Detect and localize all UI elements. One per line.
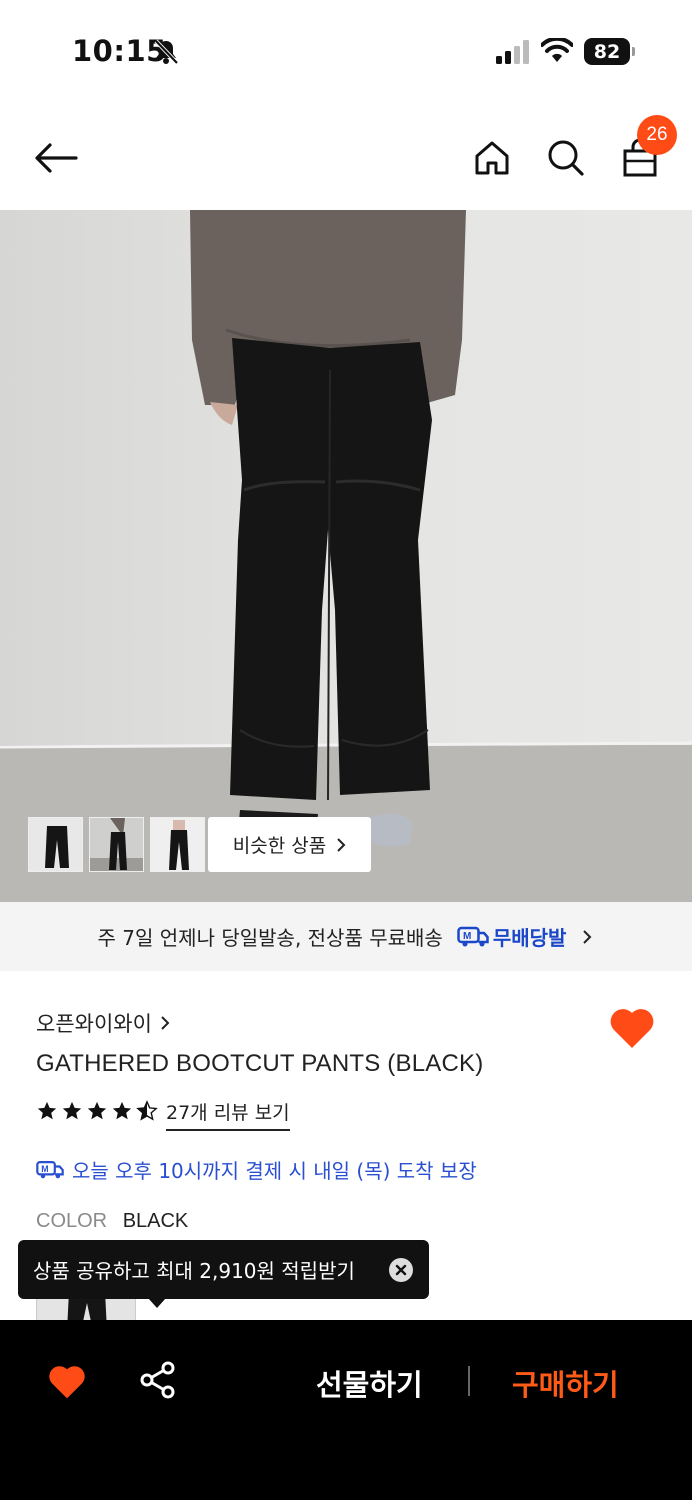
search-button[interactable]: [542, 134, 590, 182]
shipping-banner[interactable]: 주 7일 언제나 당일발송, 전상품 무료배송 M 무배당발: [0, 902, 692, 971]
product-image[interactable]: [0, 210, 692, 902]
battery-icon: 82: [584, 38, 636, 65]
back-button[interactable]: [32, 134, 80, 182]
buy-button[interactable]: 구매하기: [512, 1362, 619, 1404]
arrival-text: 오늘 오후 10시까지 결제 시 내일 (목) 도착 보장: [72, 1159, 477, 1183]
home-icon: [475, 141, 509, 175]
free-shipping-brand: M 무배당발: [457, 922, 567, 951]
review-link[interactable]: 27개 리뷰 보기: [166, 1098, 290, 1131]
share-icon[interactable]: [138, 1360, 178, 1400]
bell-slash-icon: [154, 39, 179, 65]
store-link[interactable]: 오픈와이와이: [36, 1008, 170, 1038]
thumbnail-strip: [28, 817, 205, 872]
store-name: 오픈와이와이: [36, 1012, 152, 1036]
home-button[interactable]: [468, 134, 516, 182]
heart-icon[interactable]: [46, 1362, 88, 1400]
cart-count-badge: 26: [637, 115, 677, 155]
similar-products-label: 비슷한 상품: [232, 835, 327, 857]
color-value: BLACK: [122, 1210, 189, 1232]
top-navigation: [0, 110, 692, 206]
svg-text:M: M: [41, 1163, 48, 1173]
thumbnail-1[interactable]: [28, 817, 83, 872]
color-option: COLOR BLACK: [36, 1210, 188, 1233]
delivery-truck-icon: M: [36, 1160, 64, 1178]
divider: [468, 1366, 470, 1396]
product-name: GATHERED BOOTCUT PANTS (BLACK): [36, 1050, 484, 1077]
back-arrow-icon: [35, 143, 78, 173]
thumbnail-3[interactable]: [150, 817, 205, 872]
free-shipping-brand-label: 무배당발: [492, 926, 567, 950]
signal-icon: [496, 40, 529, 64]
shipping-text: 주 7일 언제나 당일발송, 전상품 무료배송: [97, 926, 443, 950]
bottom-action-bar: 선물하기 구매하기: [0, 1320, 692, 1500]
star-icon: [112, 1101, 132, 1120]
wifi-icon: [541, 38, 573, 62]
color-label: COLOR: [36, 1210, 108, 1232]
search-icon: [548, 140, 584, 176]
delivery-truck-icon: M: [457, 926, 489, 946]
thumbnail-2[interactable]: [89, 817, 144, 872]
battery-percent: 82: [593, 40, 621, 63]
star-icon: [87, 1101, 107, 1120]
svg-text:M: M: [463, 931, 471, 942]
similar-products-button[interactable]: 비슷한 상품: [208, 817, 371, 872]
tooltip-text: 상품 공유하고 최대 2,910원 적립받기: [33, 1259, 355, 1283]
chevron-right-icon: [337, 837, 346, 852]
share-reward-tooltip: 상품 공유하고 최대 2,910원 적립받기: [18, 1240, 429, 1299]
chevron-right-icon: [583, 929, 592, 944]
heart-icon[interactable]: [608, 1004, 656, 1050]
tooltip-pointer: [148, 1298, 166, 1308]
status-bar: 10:15 82: [0, 0, 692, 100]
star-icon: [37, 1101, 57, 1120]
close-icon: [395, 1264, 407, 1276]
close-tooltip-button[interactable]: [389, 1258, 413, 1282]
rating-stars: [36, 1100, 158, 1122]
half-star-icon: [136, 1100, 158, 1121]
gift-button[interactable]: 선물하기: [316, 1362, 423, 1404]
arrival-guarantee: M 오늘 오후 10시까지 결제 시 내일 (목) 도착 보장: [36, 1155, 477, 1184]
star-icon: [62, 1101, 82, 1120]
chevron-right-icon: [161, 1016, 170, 1030]
